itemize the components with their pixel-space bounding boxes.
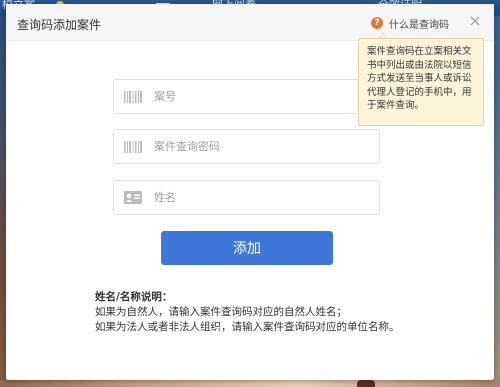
query-password-input[interactable] bbox=[152, 139, 376, 154]
barcode-icon bbox=[124, 90, 142, 104]
close-button[interactable] bbox=[468, 15, 482, 29]
barcode-icon bbox=[124, 140, 142, 154]
close-icon bbox=[470, 16, 480, 26]
help-link-label: 什么是查询码 bbox=[389, 19, 449, 31]
bg-figure bbox=[357, 380, 375, 387]
name-instructions: 姓名/名称说明： 如果为自然人，请输入案件查询码对应的自然人姓名； 如果为法人或… bbox=[95, 290, 400, 335]
case-number-field[interactable] bbox=[113, 79, 380, 114]
id-card-icon bbox=[124, 191, 142, 205]
instructions-title: 姓名/名称说明： bbox=[95, 291, 173, 303]
what-is-query-code-link[interactable]: ? 什么是查询码 bbox=[371, 16, 449, 31]
background-bottom-edge bbox=[0, 380, 500, 387]
instructions-line: 如果为法人或者非法人组织，请输入案件查询码对应的单位名称。 bbox=[95, 321, 400, 333]
name-field[interactable] bbox=[113, 180, 380, 215]
add-case-dialog: 查询码添加案件 ? 什么是查询码 案号 姓名 添加 姓名/名称说明： 如果为自然… bbox=[6, 4, 494, 380]
question-circle-icon: ? bbox=[371, 17, 383, 29]
query-password-field[interactable] bbox=[113, 129, 380, 164]
name-input[interactable] bbox=[152, 190, 376, 205]
dialog-header: 查询码添加案件 ? 什么是查询码 bbox=[6, 4, 494, 41]
instructions-line: 如果为自然人，请输入案件查询码对应的自然人姓名； bbox=[95, 306, 347, 318]
background-right-edge bbox=[494, 16, 500, 387]
dialog-title: 查询码添加案件 bbox=[17, 18, 102, 32]
query-code-tooltip: 案件查询码在立案相关文书中列出或由法院以短信方式发送至当事人或诉讼代理人登记的手… bbox=[358, 38, 484, 126]
case-number-input[interactable] bbox=[152, 89, 376, 104]
add-button[interactable]: 添加 bbox=[161, 231, 333, 265]
